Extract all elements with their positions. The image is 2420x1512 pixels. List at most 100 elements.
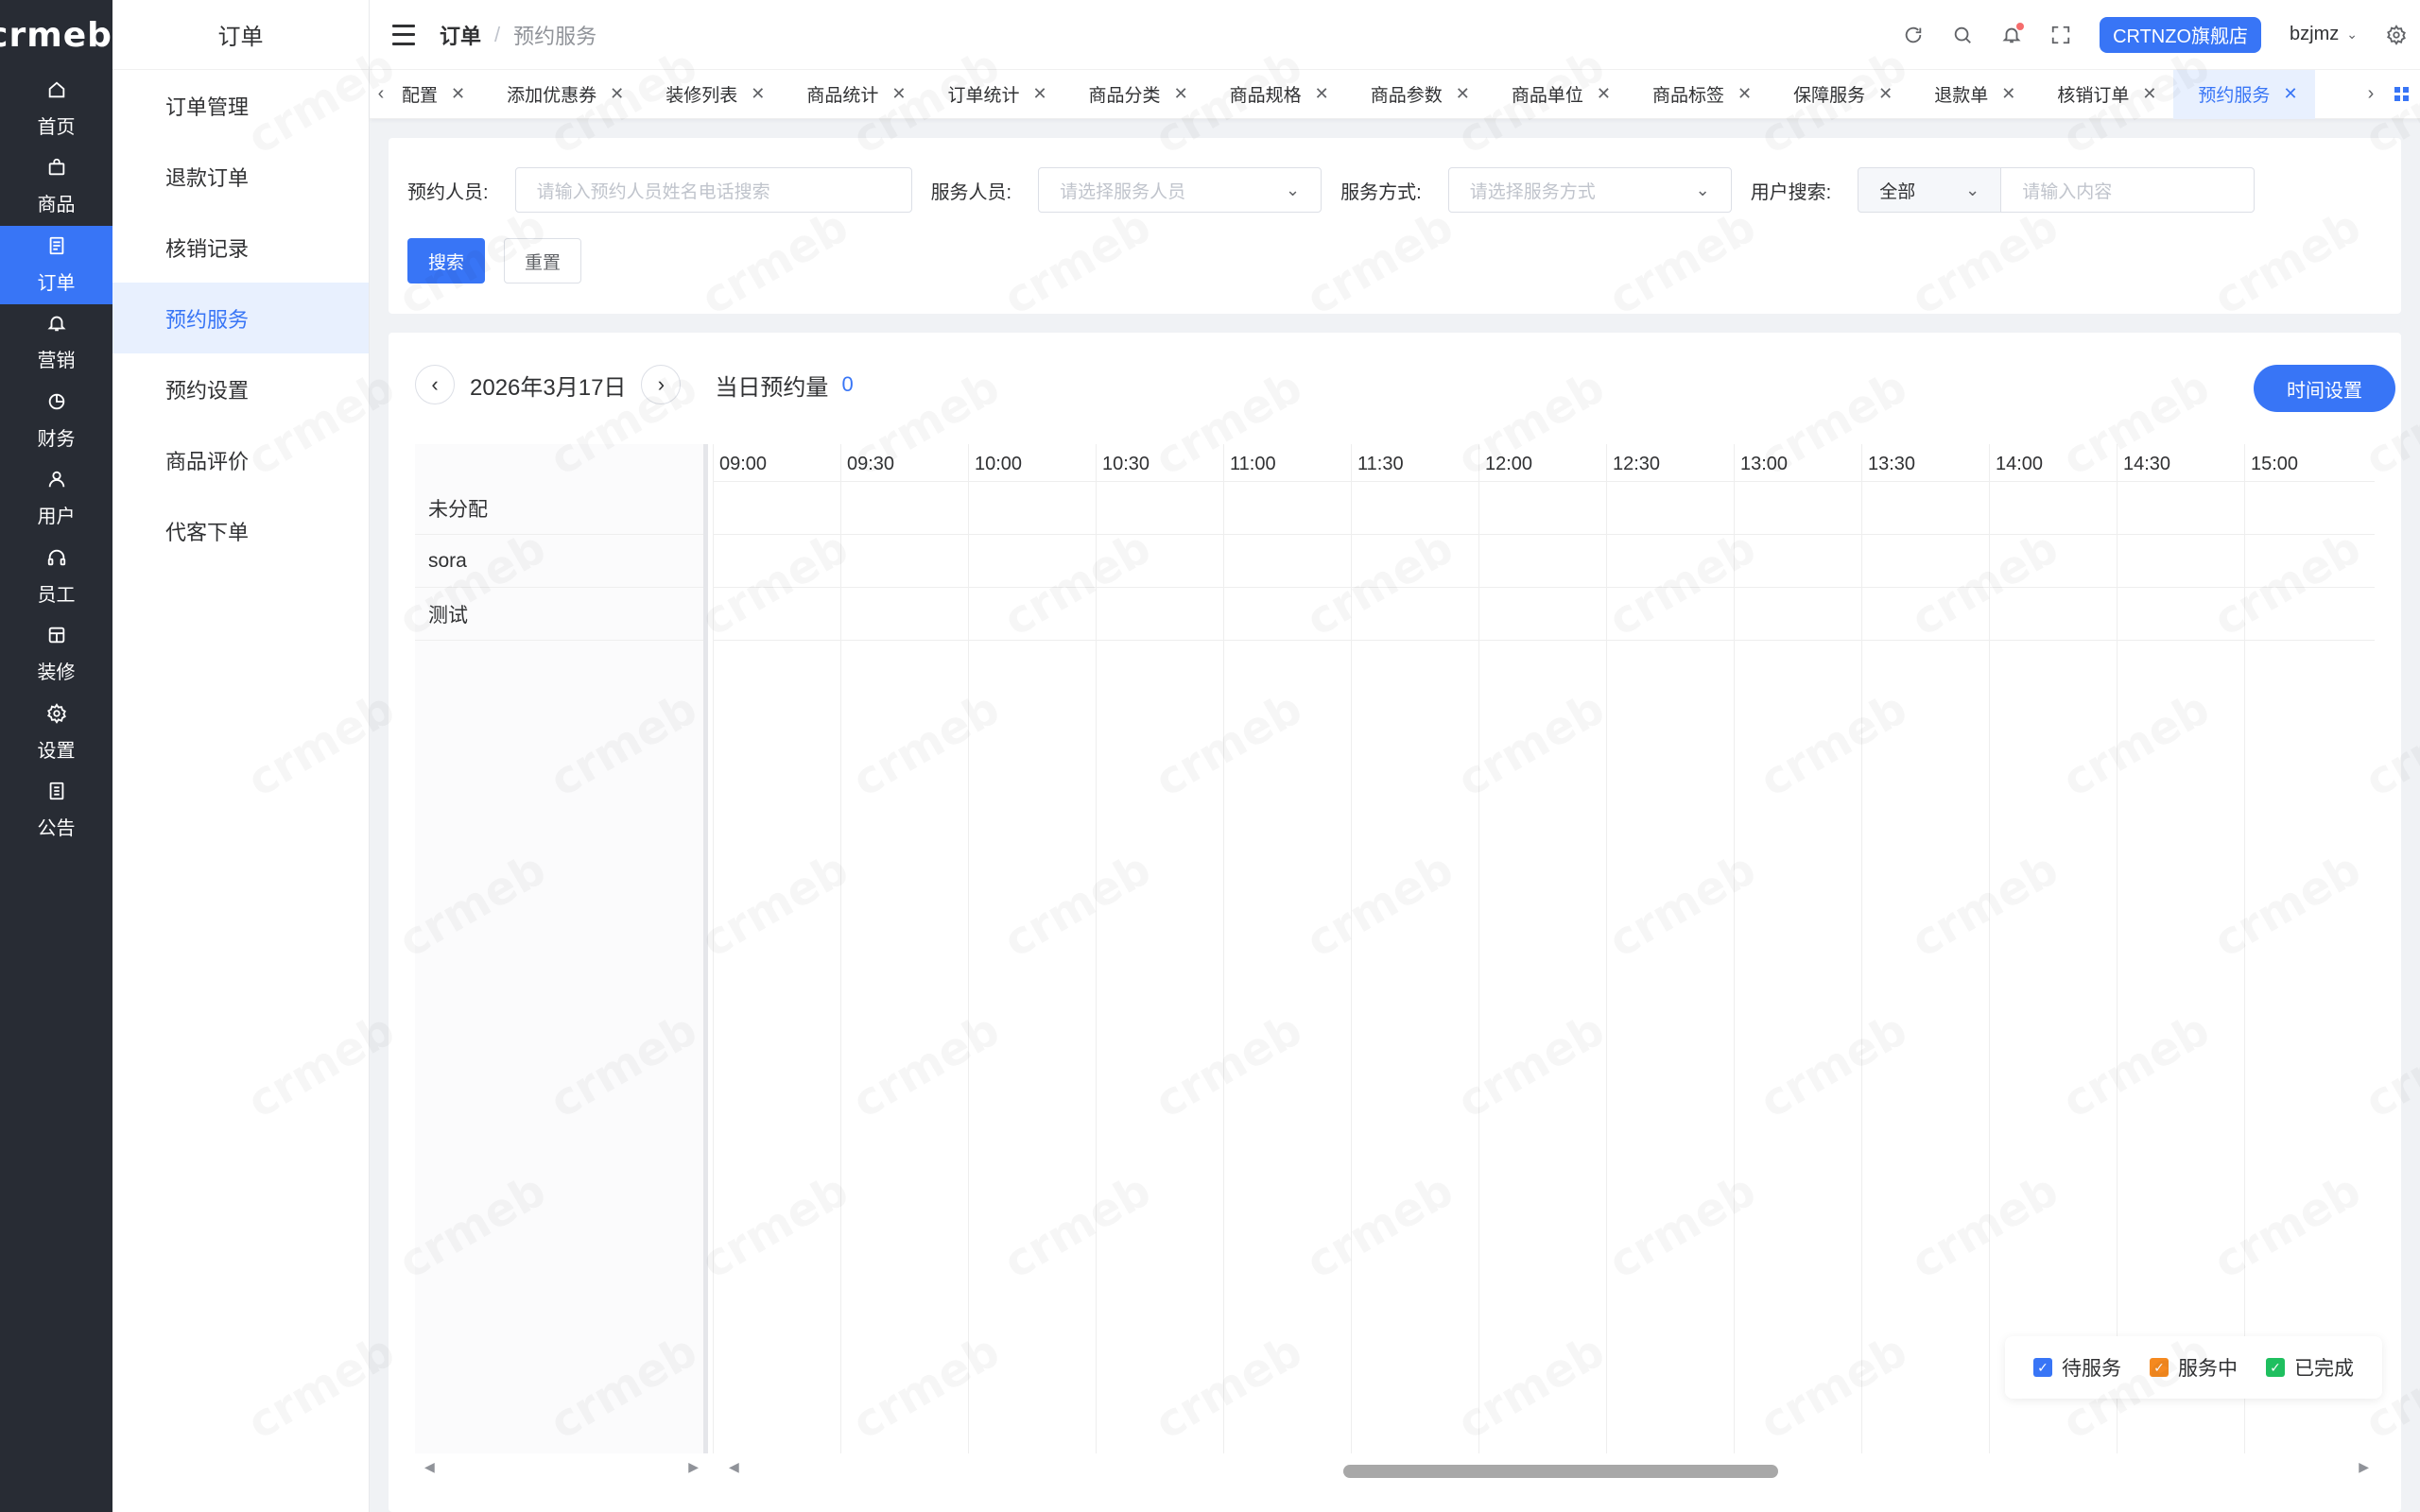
staff-select[interactable]: 请选择服务人员 ⌄: [1038, 167, 1322, 213]
primary-nav-item-8[interactable]: 设置: [0, 694, 112, 772]
previous-day-icon[interactable]: ‹: [415, 365, 455, 404]
next-day-icon[interactable]: ›: [641, 365, 682, 404]
close-icon[interactable]: ✕: [1597, 84, 1611, 104]
time-column[interactable]: 10:30: [1096, 444, 1223, 1453]
chevron-down-icon: ⌄: [2346, 26, 2358, 42]
tab-label: 商品分类: [1088, 86, 1161, 106]
tabs-scroll-left-icon[interactable]: ‹: [370, 70, 392, 119]
close-icon[interactable]: ✕: [1174, 84, 1188, 104]
close-icon[interactable]: ✕: [2283, 84, 2297, 104]
scroll-left-arrow-icon[interactable]: ◀: [729, 1459, 739, 1475]
time-settings-button[interactable]: 时间设置: [2254, 365, 2395, 412]
tabs-scroll-right-icon[interactable]: ›: [2360, 70, 2382, 119]
tab-11[interactable]: 退款单 ✕: [1910, 70, 2032, 119]
primary-nav-item-2[interactable]: 订单: [0, 226, 112, 304]
time-column[interactable]: 14:00: [1989, 444, 2117, 1453]
close-icon[interactable]: ✕: [2142, 84, 2156, 104]
timeline-scrollbar-thumb[interactable]: [1343, 1465, 1778, 1478]
close-icon[interactable]: ✕: [751, 84, 765, 104]
legend-item-0[interactable]: ✓ 待服务: [2033, 1353, 2121, 1382]
close-icon[interactable]: ✕: [1315, 84, 1329, 104]
time-column[interactable]: 13:00: [1734, 444, 1861, 1453]
time-column[interactable]: 12:00: [1478, 444, 1606, 1453]
scroll-left-arrow-icon[interactable]: ◀: [424, 1459, 435, 1475]
user-menu[interactable]: bzjmz ⌄: [2290, 24, 2358, 45]
tab-3[interactable]: 商品统计 ✕: [782, 70, 923, 119]
user-search-input[interactable]: 请输入内容: [2001, 167, 2256, 213]
tab-5[interactable]: 商品分类 ✕: [1064, 70, 1205, 119]
primary-nav-item-4[interactable]: 财务: [0, 382, 112, 460]
tab-9[interactable]: 商品标签 ✕: [1628, 70, 1769, 119]
secondary-nav-item-5[interactable]: 商品评价: [112, 424, 369, 495]
close-icon[interactable]: ✕: [1456, 84, 1470, 104]
close-icon[interactable]: ✕: [1032, 84, 1046, 104]
tab-10[interactable]: 保障服务 ✕: [1769, 70, 1910, 119]
fullscreen-icon[interactable]: [2050, 25, 2071, 45]
close-icon[interactable]: ✕: [610, 84, 624, 104]
time-column[interactable]: 09:30: [840, 444, 968, 1453]
time-label: 13:00: [1740, 454, 1789, 474]
tab-0[interactable]: 配置 ✕: [392, 70, 482, 119]
close-icon[interactable]: ✕: [891, 84, 906, 104]
time-column[interactable]: 13:30: [1861, 444, 1989, 1453]
menu-toggle-icon[interactable]: [392, 24, 415, 45]
search-button[interactable]: 搜索: [407, 238, 485, 284]
checkbox-checked-icon[interactable]: ✓: [2266, 1358, 2285, 1377]
tabs-menu-grid-icon[interactable]: [2382, 70, 2420, 119]
primary-nav-item-6[interactable]: 员工: [0, 538, 112, 616]
settings-gear-icon[interactable]: [2386, 24, 2407, 45]
secondary-nav-item-4[interactable]: 预约设置: [112, 353, 369, 424]
notification-dot: [2016, 22, 2025, 30]
secondary-nav-item-3[interactable]: 预约服务: [112, 283, 369, 353]
secondary-nav-item-1[interactable]: 退款订单: [112, 141, 369, 212]
notification-bell-icon[interactable]: [2001, 22, 2025, 45]
close-icon[interactable]: ✕: [1737, 84, 1752, 104]
scroll-right-arrow-icon[interactable]: ▶: [688, 1459, 699, 1475]
primary-nav-item-3[interactable]: 营销: [0, 304, 112, 383]
store-switch-button[interactable]: CRTNZO旗舰店: [2100, 16, 2262, 53]
tab-2[interactable]: 装修列表 ✕: [641, 70, 782, 119]
close-icon[interactable]: ✕: [451, 84, 465, 104]
timeline-area[interactable]: 09:00 09:30 10:00 10:30 11:00 11:30 12:00 12:30…: [713, 444, 2375, 1453]
breadcrumb-item-order[interactable]: 订单: [440, 20, 481, 50]
time-column[interactable]: 15:00: [2244, 444, 2372, 1453]
secondary-nav-item-0[interactable]: 订单管理: [112, 70, 369, 141]
primary-nav-item-7[interactable]: 装修: [0, 616, 112, 695]
tab-12[interactable]: 核销订单 ✕: [2032, 70, 2173, 119]
primary-nav-item-9[interactable]: 公告: [0, 772, 112, 850]
primary-nav-item-5[interactable]: 用户: [0, 460, 112, 539]
tab-6[interactable]: 商品规格 ✕: [1205, 70, 1346, 119]
legend-item-1[interactable]: ✓ 服务中: [2150, 1353, 2238, 1382]
close-icon[interactable]: ✕: [2001, 84, 2015, 104]
reset-button[interactable]: 重置: [504, 238, 581, 284]
secondary-nav-item-2[interactable]: 核销记录: [112, 212, 369, 283]
time-column[interactable]: 11:30: [1351, 444, 1478, 1453]
time-column[interactable]: 12:30: [1606, 444, 1734, 1453]
method-select[interactable]: 请选择服务方式 ⌄: [1447, 167, 1732, 213]
crmeb-logo[interactable]: crmeb®: [0, 0, 124, 70]
tab-4[interactable]: 订单统计 ✕: [923, 70, 1063, 119]
time-column[interactable]: 14:30: [2117, 444, 2244, 1453]
tab-7[interactable]: 商品参数 ✕: [1346, 70, 1487, 119]
checkbox-checked-icon[interactable]: ✓: [2033, 1358, 2052, 1377]
resource-scrollbar[interactable]: ◀ ▶: [415, 1457, 708, 1476]
search-icon[interactable]: [1952, 25, 1973, 45]
primary-nav-item-0[interactable]: 首页: [0, 70, 112, 148]
tab-13[interactable]: 预约服务 ✕: [2173, 69, 2315, 119]
user-type-select[interactable]: 全部 ⌄: [1858, 167, 2002, 213]
booker-search-input[interactable]: 请输入预约人员姓名电话搜索: [514, 167, 912, 213]
time-column[interactable]: 11:00: [1223, 444, 1351, 1453]
tab-label: 商品参数: [1370, 86, 1443, 106]
close-icon[interactable]: ✕: [1878, 84, 1893, 104]
scroll-right-arrow-icon[interactable]: ▶: [2359, 1459, 2369, 1475]
time-column[interactable]: 10:00: [968, 444, 1096, 1453]
secondary-nav-item-6[interactable]: 代客下单: [112, 495, 369, 566]
primary-nav-item-1[interactable]: 商品: [0, 148, 112, 227]
refresh-icon[interactable]: [1903, 25, 1924, 45]
time-column[interactable]: 09:00: [713, 444, 840, 1453]
legend-item-2[interactable]: ✓ 已完成: [2266, 1353, 2354, 1382]
primary-nav-label: 商品: [37, 195, 76, 216]
tab-8[interactable]: 商品单位 ✕: [1487, 70, 1628, 119]
tab-1[interactable]: 添加优惠券 ✕: [482, 70, 641, 119]
checkbox-checked-icon[interactable]: ✓: [2150, 1358, 2169, 1377]
